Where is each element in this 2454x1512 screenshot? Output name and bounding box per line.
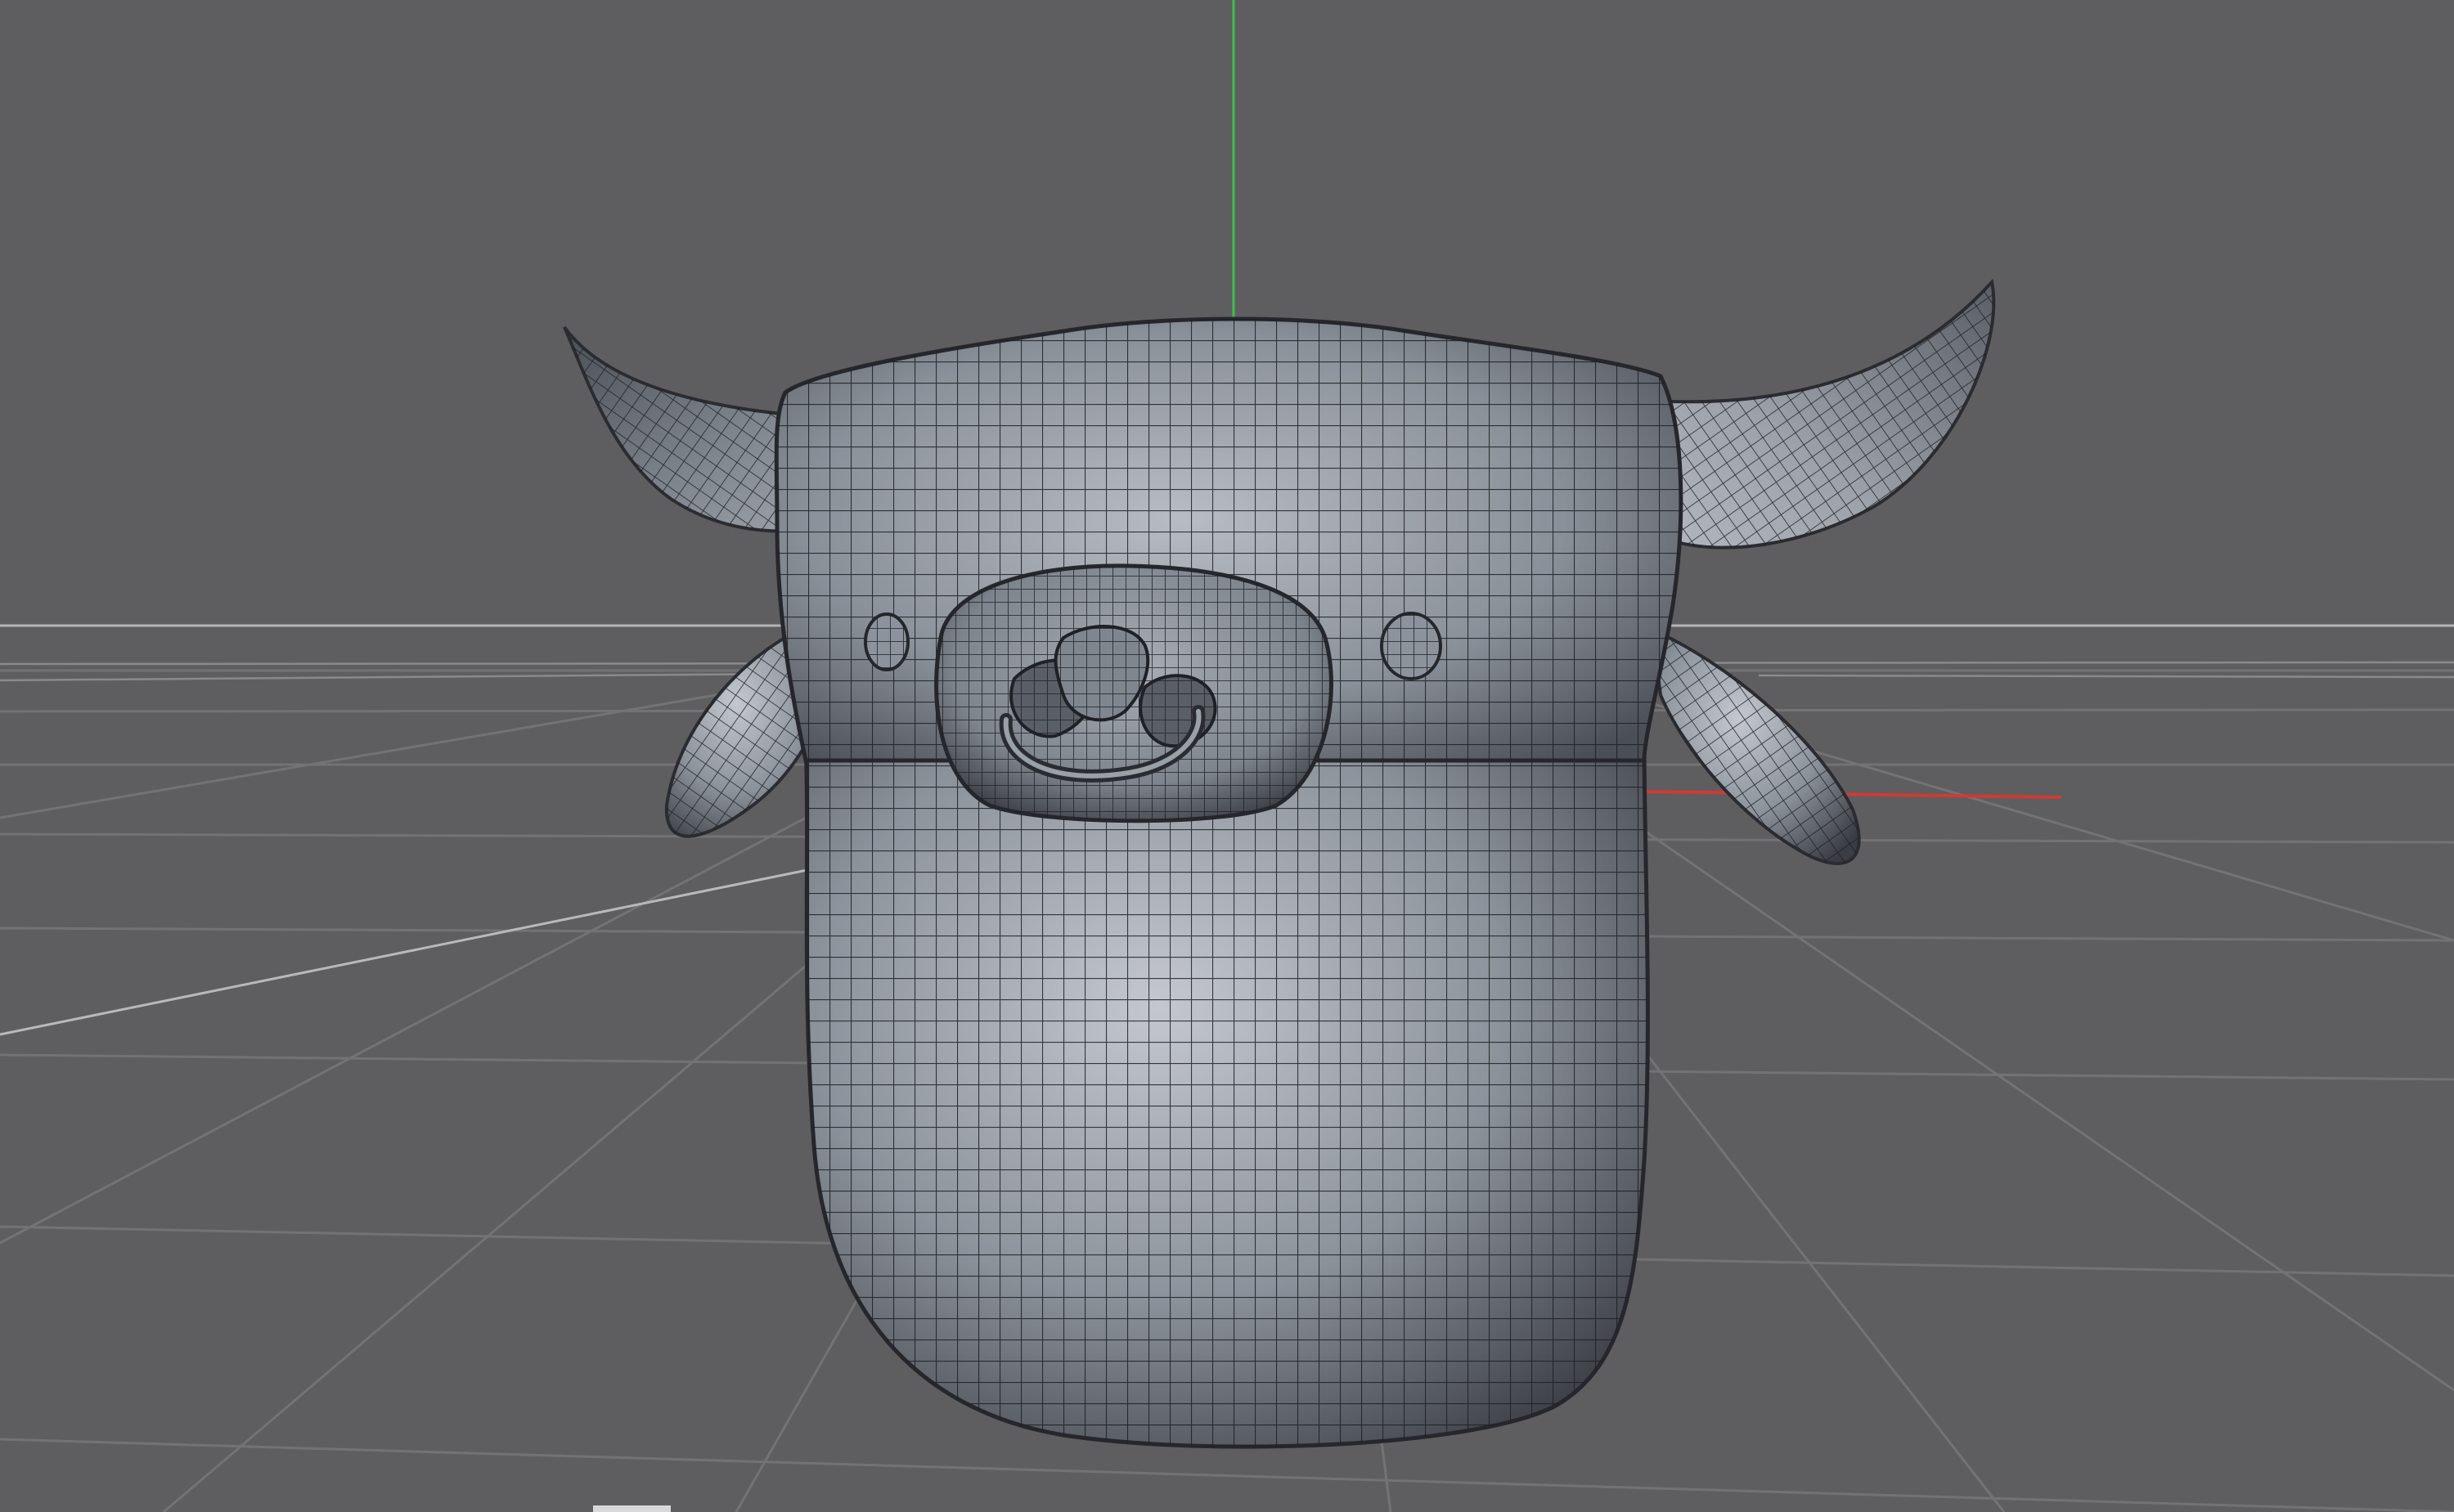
left-eye[interactable]: [864, 612, 910, 671]
right-eye[interactable]: [1380, 612, 1442, 680]
viewport-canvas[interactable]: [0, 0, 2454, 1512]
bottom-edge-marker: [593, 1505, 671, 1512]
3d-viewport[interactable]: [0, 0, 2454, 1512]
cow-body[interactable]: [803, 734, 1650, 1449]
